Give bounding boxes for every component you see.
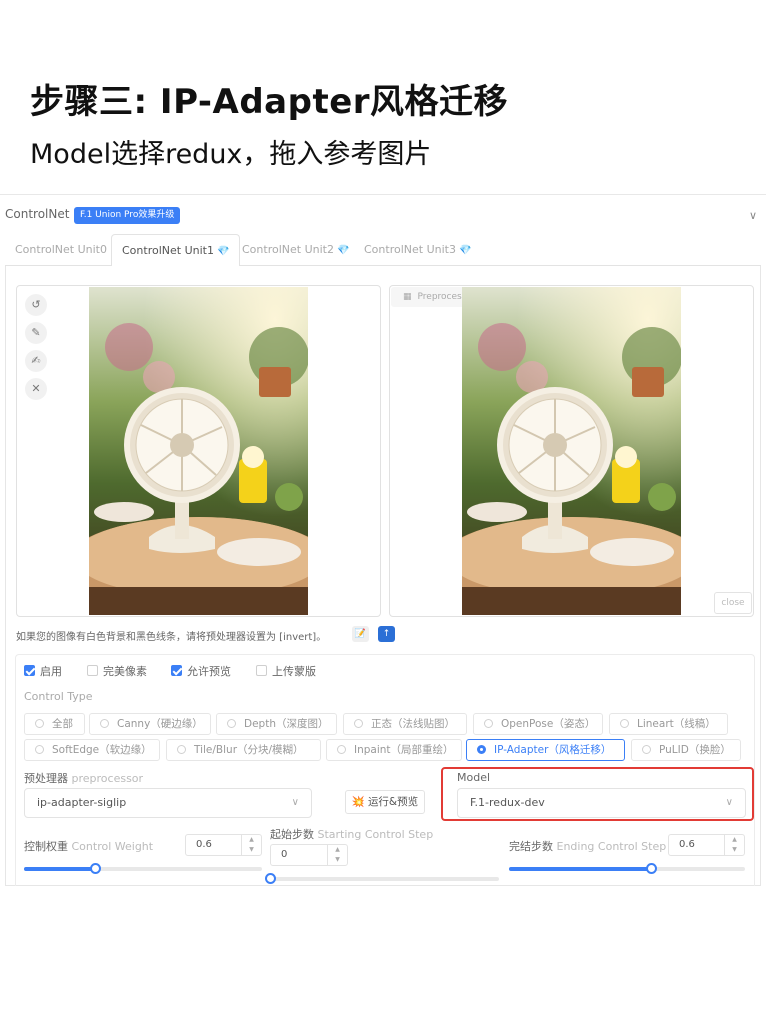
reference-image bbox=[89, 287, 308, 615]
control-weight-label: 控制权重 Control Weight bbox=[24, 840, 154, 853]
control-type-openpose[interactable]: OpenPose（姿态） bbox=[473, 713, 603, 735]
tab-unit3[interactable]: ControlNet Unit3 💎 bbox=[354, 234, 481, 266]
control-type-canny[interactable]: Canny（硬边缘） bbox=[89, 713, 211, 735]
diamond-icon: 💎 bbox=[458, 245, 472, 256]
pixel-perfect-checkbox[interactable]: 完美像素 bbox=[87, 665, 147, 679]
control-weight-slider[interactable] bbox=[24, 863, 262, 874]
page-subtitle: Model选择redux，拖入参考图片 bbox=[30, 139, 432, 170]
control-type-normal[interactable]: 正态（法线贴图） bbox=[343, 713, 467, 735]
ending-step-input[interactable]: 0.6 ▲ ▼ bbox=[668, 834, 745, 856]
run-preview-button[interactable]: 💥 运行&预览 bbox=[345, 790, 425, 814]
starting-step-slider[interactable] bbox=[265, 873, 499, 884]
slider-thumb[interactable] bbox=[265, 873, 276, 884]
preprocessor-select[interactable]: ip-adapter-siglip ∨ bbox=[24, 788, 312, 818]
upload-icon[interactable]: ↑ bbox=[378, 626, 395, 642]
tab-unit1[interactable]: ControlNet Unit1 💎 bbox=[111, 234, 241, 267]
tab-unit2[interactable]: ControlNet Unit2 💎 bbox=[232, 234, 359, 266]
slider-thumb[interactable] bbox=[645, 863, 657, 874]
image-icon: ▦ bbox=[403, 292, 412, 302]
divider bbox=[0, 194, 766, 195]
undo-icon[interactable]: ↺ bbox=[25, 294, 47, 316]
ending-step-slider[interactable] bbox=[509, 863, 745, 874]
control-type-ip-adapter[interactable]: IP-Adapter（风格迁移） bbox=[466, 739, 625, 761]
upload-mask-checkbox[interactable]: 上传蒙版 bbox=[256, 665, 316, 679]
tab-unit0[interactable]: ControlNet Unit0 bbox=[5, 234, 117, 266]
stepper-icon[interactable]: ▲ ▼ bbox=[724, 835, 744, 855]
brush-icon[interactable]: ✍ bbox=[25, 350, 47, 372]
diamond-icon: 💎 bbox=[216, 246, 230, 257]
edit-icon[interactable]: 📝 bbox=[352, 626, 369, 642]
control-weight-input[interactable]: 0.6 ▲ ▼ bbox=[185, 834, 262, 856]
stepper-icon[interactable]: ▲ ▼ bbox=[327, 845, 347, 865]
control-type-depth[interactable]: Depth（深度图） bbox=[216, 713, 337, 735]
control-type-lineart[interactable]: Lineart（线稿） bbox=[609, 713, 728, 735]
preview-image bbox=[462, 287, 681, 615]
enable-checkbox[interactable]: 启用 bbox=[24, 665, 62, 679]
stepper-icon[interactable]: ▲ ▼ bbox=[241, 835, 261, 855]
starting-step-label: 起始步数 Starting Control Step bbox=[270, 828, 434, 841]
close-icon[interactable]: ✕ bbox=[25, 378, 47, 400]
promo-badge: F.1 Union Pro效果升级 bbox=[74, 207, 181, 224]
chevron-down-icon: ∨ bbox=[291, 797, 299, 808]
control-type-tile-blur[interactable]: Tile/Blur（分块/模糊） bbox=[166, 739, 321, 761]
control-type-all[interactable]: 全部 bbox=[24, 713, 85, 735]
control-type-softedge[interactable]: SoftEdge（软边缘） bbox=[24, 739, 160, 761]
allow-preview-checkbox[interactable]: 允许预览 bbox=[171, 665, 231, 679]
controlnet-title: ControlNet bbox=[5, 207, 70, 221]
control-type-label: Control Type bbox=[24, 690, 93, 703]
control-type-inpaint[interactable]: Inpaint（局部重绘） bbox=[326, 739, 462, 761]
controlnet-header[interactable]: ControlNet F.1 Union Pro效果升级 ∨ bbox=[5, 207, 761, 225]
close-preview-button[interactable]: close bbox=[714, 592, 752, 614]
starting-step-input[interactable]: 0 ▲ ▼ bbox=[270, 844, 348, 866]
model-highlight-box bbox=[441, 767, 754, 821]
preprocessor-label: 预处理器 preprocessor bbox=[24, 772, 144, 785]
invert-hint: 如果您的图像有白色背景和黑色线条，请将预处理器设置为 [invert]。 bbox=[16, 632, 327, 643]
chevron-down-icon[interactable]: ∨ bbox=[749, 209, 757, 222]
unit-tabs: ControlNet Unit0 ControlNet Unit1 💎 Contr… bbox=[5, 234, 761, 267]
explosion-icon: 💥 bbox=[351, 796, 365, 808]
control-type-pulid[interactable]: PuLID（换脸） bbox=[631, 739, 741, 761]
diamond-icon: 💎 bbox=[336, 245, 350, 256]
ending-step-label: 完结步数 Ending Control Step bbox=[509, 840, 667, 853]
page-title: 步骤三: IP-Adapter风格迁移 bbox=[30, 82, 509, 122]
pencil-icon[interactable]: ✎ bbox=[25, 322, 47, 344]
